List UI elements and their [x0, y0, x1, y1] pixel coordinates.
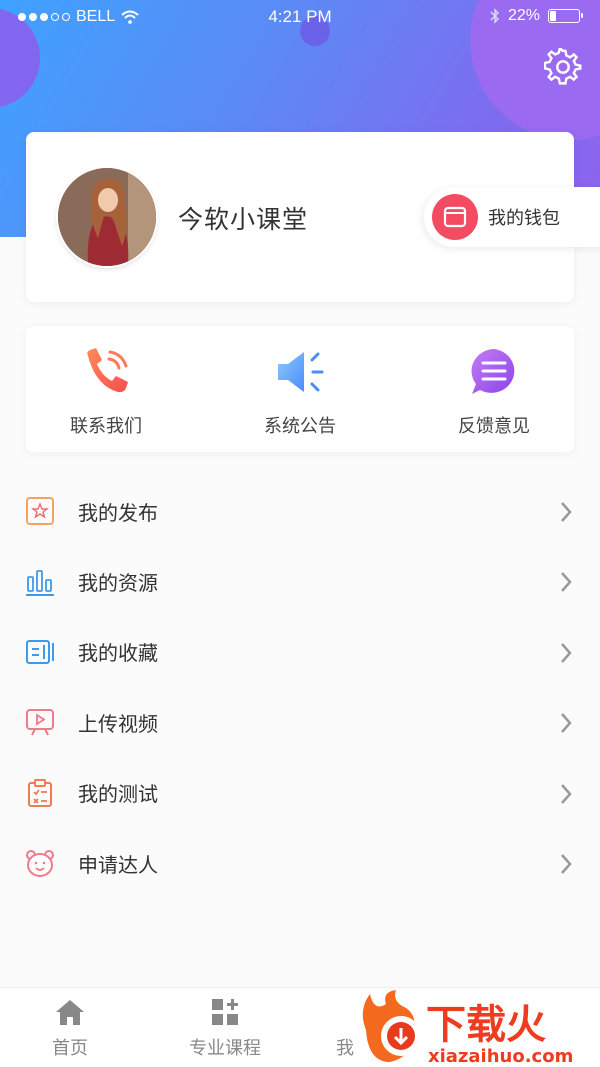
avatar[interactable]: [58, 168, 156, 266]
chevron-right-icon: [561, 783, 572, 804]
menu-item-label: 我的发布: [78, 500, 158, 525]
chevron-right-icon: [561, 502, 572, 522]
tab-me-label: 我: [336, 1038, 354, 1059]
menu-item-label: 上传视频: [78, 711, 158, 736]
speaker-icon: [278, 352, 324, 392]
collection-icon: [26, 639, 54, 664]
menu-item-upload-video[interactable]: 上传视频: [0, 687, 600, 757]
home-icon: [56, 1000, 84, 1025]
feedback-button[interactable]: 反馈意见: [414, 326, 574, 452]
chevron-right-icon: [561, 642, 572, 663]
status-bar: BELL 4:21 PM 22%: [0, 0, 600, 34]
wallet-button[interactable]: 我的钱包: [424, 187, 600, 247]
video-icon: [26, 709, 54, 736]
menu-item-my-posts[interactable]: 我的发布: [0, 476, 600, 546]
menu-item-label: 我的资源: [78, 571, 158, 596]
menu-item-my-tests[interactable]: 我的测试: [0, 758, 600, 828]
menu-item-label: 申请达人: [78, 852, 158, 877]
feedback-label: 反馈意见: [458, 416, 530, 437]
watermark-url: xiazaihuo.com: [428, 1046, 573, 1067]
grid-plus-icon: [212, 999, 238, 1025]
message-icon: [471, 349, 515, 394]
menu-item-my-resources[interactable]: 我的资源: [0, 546, 600, 616]
watermark-title: 下载火: [426, 1002, 546, 1048]
bar-chart-icon: [26, 569, 54, 596]
contact-us-label: 联系我们: [70, 416, 142, 437]
star-icon: [26, 497, 54, 526]
gear-icon[interactable]: [544, 48, 582, 86]
bluetooth-icon: [490, 8, 500, 24]
quick-actions: 联系我们 系统公告 反馈意见: [26, 326, 574, 452]
clipboard-icon: [28, 778, 52, 807]
menu-item-label: 我的测试: [78, 782, 158, 807]
menu-item-my-favorites[interactable]: 我的收藏: [0, 617, 600, 687]
chevron-right-icon: [561, 572, 572, 593]
tab-courses-label: 专业课程: [189, 1038, 261, 1059]
watermark-logo: 下载火 xiazaihuo.com: [362, 990, 573, 1067]
tab-home[interactable]: 首页: [0, 988, 140, 1060]
announcement-button[interactable]: 系统公告: [220, 326, 380, 452]
phone-icon: [87, 348, 128, 393]
tab-home-label: 首页: [52, 1038, 88, 1059]
wallet-icon: [432, 194, 478, 240]
menu-item-label: 我的收藏: [78, 641, 158, 666]
chevron-right-icon: [561, 854, 572, 874]
menu-list: 我的发布 我的资源 我的收藏 上传视频 我的测试 申请达人: [0, 476, 600, 898]
battery-percent: 22%: [507, 7, 540, 24]
wallet-label: 我的钱包: [488, 208, 560, 229]
contact-us-button[interactable]: 联系我们: [26, 326, 186, 452]
tab-courses[interactable]: 专业课程: [155, 988, 295, 1060]
announcement-label: 系统公告: [264, 416, 336, 437]
chevron-right-icon: [561, 713, 572, 734]
battery-icon: [548, 9, 583, 23]
bear-icon: [26, 850, 54, 878]
username: 今软小课堂: [178, 205, 309, 234]
menu-item-apply-expert[interactable]: 申请达人: [0, 828, 600, 898]
